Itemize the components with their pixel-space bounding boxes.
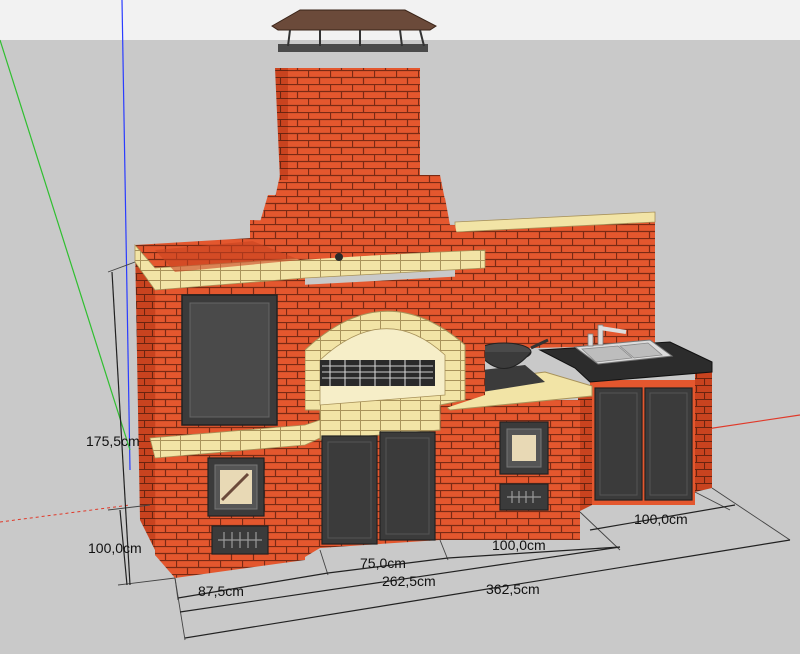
dim-width-total: 362,5cm xyxy=(486,581,540,597)
dim-width-grill: 75,0cm xyxy=(360,555,406,571)
dim-width-left: 87,5cm xyxy=(198,583,244,599)
dim-width-front: 262,5cm xyxy=(382,573,436,589)
right-section-side xyxy=(578,385,592,512)
grill-cabinet-door-left[interactable] xyxy=(321,435,378,545)
grill-cabinet-door-right[interactable] xyxy=(379,431,436,541)
dim-height-total: 175,5cm xyxy=(86,433,140,449)
sink-cabinet-side xyxy=(695,368,712,492)
dim-height-base: 100,0cm xyxy=(88,540,142,556)
sink-cabinet-door-right[interactable] xyxy=(644,387,693,501)
dim-width-sink: 100,0cm xyxy=(634,511,688,527)
chimney-shaft xyxy=(288,68,420,180)
grill-grate xyxy=(320,360,435,386)
sink-cabinet-door-left[interactable] xyxy=(594,387,643,501)
chimney-rim xyxy=(278,44,428,52)
dim-width-right: 100,0cm xyxy=(492,537,546,553)
sketchup-scene: 175,5cm 100,0cm 87,5cm 75,0cm 100,0cm 10… xyxy=(0,0,800,654)
